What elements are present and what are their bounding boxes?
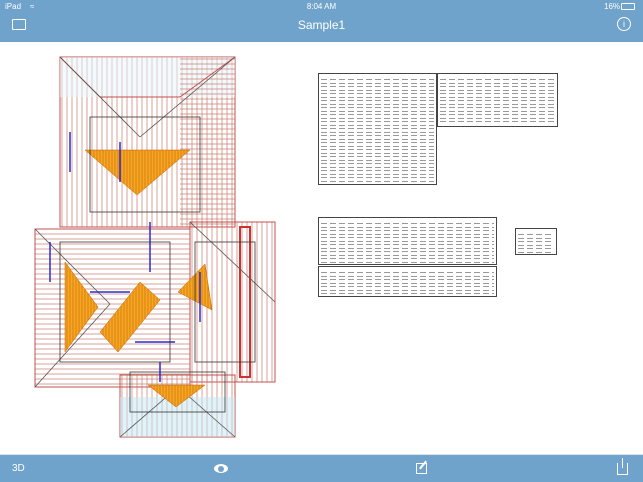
table-post-schedule bbox=[318, 266, 497, 297]
table-row bbox=[321, 149, 434, 150]
table-row bbox=[321, 177, 434, 178]
table-row bbox=[321, 223, 494, 224]
table-row bbox=[321, 100, 434, 101]
table-row bbox=[321, 142, 434, 143]
table-row bbox=[321, 145, 434, 147]
table-row bbox=[321, 166, 434, 168]
table-row bbox=[321, 275, 494, 277]
battery-percent: 16% bbox=[604, 2, 621, 11]
table-row bbox=[321, 258, 494, 259]
table-row bbox=[321, 180, 434, 182]
drawing-canvas[interactable] bbox=[0, 42, 643, 454]
table-row bbox=[321, 233, 494, 235]
table-row bbox=[321, 282, 494, 284]
table-row bbox=[321, 124, 434, 126]
table-row bbox=[440, 100, 555, 101]
table-row bbox=[321, 279, 494, 280]
table-row bbox=[321, 159, 434, 161]
table-row bbox=[321, 107, 434, 108]
table-rafter-list bbox=[318, 73, 437, 185]
battery-icon bbox=[621, 3, 635, 10]
table-row bbox=[440, 121, 555, 122]
table-row bbox=[321, 131, 434, 133]
table-row bbox=[321, 121, 434, 122]
table-row bbox=[440, 82, 555, 84]
table-row bbox=[321, 226, 494, 228]
table-row bbox=[321, 128, 434, 129]
table-row bbox=[321, 138, 434, 140]
table-row bbox=[321, 170, 434, 171]
table-row bbox=[518, 244, 554, 246]
table-row bbox=[321, 286, 494, 287]
top-bar: iPad ≈ 8:04 AM 16% Sample1 i bbox=[0, 0, 643, 42]
table-row bbox=[321, 244, 494, 245]
table-row bbox=[518, 234, 554, 235]
table-row bbox=[440, 93, 555, 94]
table-beam-schedule bbox=[318, 217, 497, 265]
table-row bbox=[321, 110, 434, 112]
table-row bbox=[518, 237, 554, 239]
table-row bbox=[321, 96, 434, 98]
document-title: Sample1 bbox=[297, 18, 346, 32]
table-row bbox=[321, 135, 434, 136]
table-row bbox=[321, 254, 494, 256]
table-row bbox=[321, 117, 434, 119]
table-row bbox=[440, 107, 555, 108]
table-row bbox=[321, 114, 434, 115]
table-row bbox=[440, 117, 555, 119]
table-row bbox=[440, 110, 555, 112]
table-row bbox=[321, 173, 434, 175]
table-row bbox=[518, 241, 554, 242]
table-row bbox=[321, 230, 494, 231]
table-row bbox=[440, 103, 555, 105]
table-row bbox=[321, 240, 494, 242]
table-row bbox=[440, 86, 555, 87]
table-row bbox=[321, 272, 494, 273]
table-row bbox=[321, 261, 494, 263]
clock: 8:04 AM bbox=[306, 2, 337, 11]
table-row bbox=[321, 103, 434, 105]
table-row bbox=[518, 248, 554, 249]
table-row bbox=[321, 82, 434, 84]
table-row bbox=[321, 79, 434, 80]
table-row bbox=[321, 247, 494, 249]
bottom-toolbar: 3D bbox=[0, 454, 643, 482]
table-summary bbox=[515, 228, 557, 255]
eye-icon[interactable] bbox=[214, 464, 228, 473]
edit-icon[interactable] bbox=[416, 460, 427, 474]
table-row bbox=[440, 114, 555, 115]
table-row bbox=[321, 152, 434, 154]
table-row bbox=[321, 93, 434, 94]
table-row bbox=[440, 79, 555, 80]
table-row bbox=[321, 289, 494, 291]
table-row bbox=[321, 89, 434, 91]
table-row bbox=[321, 251, 494, 252]
3d-button[interactable]: 3D bbox=[12, 463, 25, 474]
roof-main-block bbox=[59, 56, 236, 228]
table-row bbox=[321, 237, 494, 238]
share-icon[interactable] bbox=[617, 458, 628, 475]
table-row bbox=[321, 86, 434, 87]
table-row bbox=[321, 293, 494, 294]
table-row bbox=[518, 251, 554, 253]
table-row bbox=[321, 156, 434, 157]
table-row bbox=[440, 96, 555, 98]
table-row bbox=[321, 163, 434, 164]
info-icon[interactable]: i bbox=[617, 17, 631, 31]
table-hip-list bbox=[437, 73, 558, 127]
table-row bbox=[440, 89, 555, 91]
